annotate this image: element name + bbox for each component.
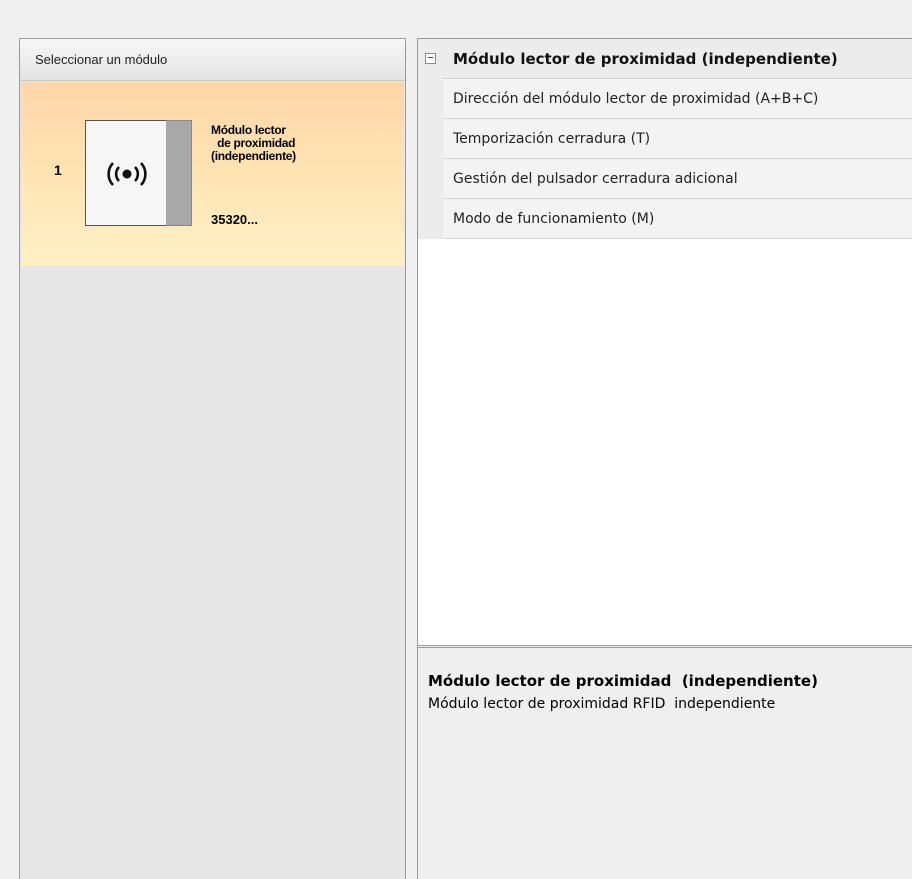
module-index: 1 (54, 162, 62, 178)
property-label: Temporización cerradura (T) (443, 119, 912, 159)
module-device-image (85, 120, 167, 226)
module-card-selected[interactable]: 1 Módulo lector de proximidad (independi… (21, 82, 404, 266)
description-text: Módulo lector de proximidad RFID indepen… (428, 696, 776, 712)
property-gutter (418, 199, 443, 239)
description-panel: Módulo lector de proximidad (independien… (417, 647, 912, 879)
top-toolbar (0, 0, 912, 35)
module-selector-header: Seleccionar un módulo (20, 39, 405, 81)
property-label: Gestión del pulsador cerradura adicional (443, 159, 912, 199)
property-row-pulsador[interactable]: Gestión del pulsador cerradura adicional (418, 159, 912, 199)
rfid-wireless-icon (107, 162, 147, 186)
property-row-temporizacion[interactable]: Temporización cerradura (T) (418, 119, 912, 159)
property-category-row[interactable]: − Módulo lector de proximidad (independi… (418, 39, 912, 79)
property-row-modo[interactable]: Modo de funcionamiento (M) (418, 199, 912, 239)
panel-splitter[interactable] (407, 38, 416, 879)
property-category-label: Módulo lector de proximidad (independien… (443, 39, 912, 79)
property-gutter (418, 159, 443, 199)
module-device-side (166, 120, 192, 226)
property-label: Dirección del módulo lector de proximida… (443, 79, 912, 119)
property-gutter: − (418, 39, 443, 79)
property-gutter (418, 119, 443, 159)
module-name: Módulo lector de proximidad (independien… (211, 123, 296, 163)
module-code: 35320... (211, 212, 258, 227)
property-grid: − Módulo lector de proximidad (independi… (417, 38, 912, 646)
main-frame: Seleccionar un módulo 1 Módulo lector de… (0, 34, 912, 879)
property-gutter (418, 79, 443, 119)
module-selector-panel: Seleccionar un módulo 1 Módulo lector de… (19, 38, 406, 879)
collapse-icon[interactable]: − (425, 52, 436, 64)
property-row-direccion[interactable]: Dirección del módulo lector de proximida… (418, 79, 912, 119)
property-label: Modo de funcionamiento (M) (443, 199, 912, 239)
description-title: Módulo lector de proximidad (independien… (428, 672, 818, 690)
